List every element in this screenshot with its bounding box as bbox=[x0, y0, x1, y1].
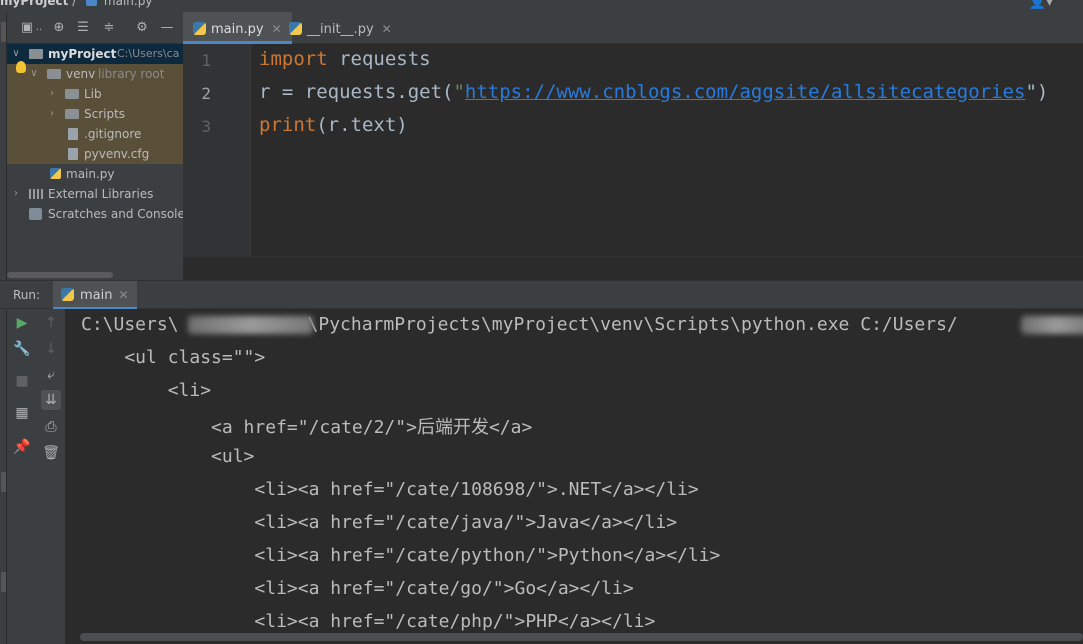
python-file-icon bbox=[193, 22, 206, 35]
tab-main-py[interactable]: main.py ✕ bbox=[183, 12, 292, 44]
code-line-2: r = requests.get("https://www.cnblogs.co… bbox=[259, 81, 1049, 103]
rerun-icon[interactable]: ▶ bbox=[12, 313, 32, 333]
collapse-all-icon[interactable]: ≑ bbox=[101, 20, 117, 36]
console-line: <li><a href="/cate/go/">Go</a></li> bbox=[81, 578, 634, 599]
file-icon bbox=[68, 128, 78, 140]
console-line: <a href="/cate/2/">后端开发</a> bbox=[81, 417, 533, 438]
line-number: 2 bbox=[201, 84, 211, 103]
structure-tool-window-button[interactable] bbox=[1, 472, 6, 492]
line-number: 3 bbox=[201, 117, 211, 136]
run-toolbar-primary: ▶ 🔧 ■ ▦ 📌 bbox=[7, 309, 37, 644]
chevron-right-icon[interactable]: › bbox=[11, 184, 21, 204]
console-line: <li><a href="/cate/php/">PHP</a></li> bbox=[81, 611, 656, 632]
breadcrumb-project[interactable]: myProject bbox=[0, 0, 68, 8]
tree-item-scratches[interactable]: Scratches and Consoles bbox=[7, 204, 183, 224]
pin-icon[interactable]: 📌 bbox=[12, 437, 32, 457]
layout-icon[interactable]: ▦ bbox=[12, 403, 32, 423]
chevron-right-icon[interactable]: › bbox=[47, 84, 57, 104]
project-toolbar: ▣ .. ⊕ ☰ ≑ ⚙ — bbox=[7, 12, 183, 44]
tree-item-myproject[interactable]: ∨ myProject C:\Users\ca bbox=[7, 44, 183, 64]
close-icon[interactable]: ✕ bbox=[118, 288, 128, 302]
hide-panel-icon[interactable]: — bbox=[159, 20, 175, 36]
run-toolbar-secondary: ↑ ↓ ⤶ ⇊ ⎙ 🗑 bbox=[37, 309, 66, 644]
line-number: 1 bbox=[201, 51, 211, 70]
tree-item-lib[interactable]: › Lib bbox=[7, 84, 183, 104]
close-icon[interactable]: ✕ bbox=[382, 22, 392, 36]
tree-item-gitignore[interactable]: .gitignore bbox=[7, 124, 183, 144]
console-line: <li> bbox=[81, 380, 212, 401]
console-line: <ul> bbox=[81, 446, 255, 467]
favorites-tool-window-button[interactable] bbox=[1, 572, 6, 592]
print-icon[interactable]: ⎙ bbox=[41, 417, 61, 437]
breadcrumb-file[interactable]: main.py bbox=[104, 0, 153, 8]
tree-item-pyvenv-cfg[interactable]: pyvenv.cfg bbox=[7, 144, 183, 164]
arrow-up-icon[interactable]: ↑ bbox=[41, 313, 61, 333]
redacted-username bbox=[1021, 316, 1083, 334]
chevron-right-icon[interactable]: › bbox=[47, 104, 57, 124]
python-file-icon bbox=[50, 168, 61, 179]
tree-item-scripts[interactable]: › Scripts bbox=[7, 104, 183, 124]
wrench-icon[interactable]: 🔧 bbox=[12, 339, 32, 359]
editor-gutter: 1 2 3 bbox=[183, 44, 251, 256]
project-view-icon[interactable]: ▣ bbox=[19, 20, 35, 36]
soft-wrap-icon[interactable]: ⤶ bbox=[41, 365, 61, 385]
left-tool-stripe bbox=[0, 12, 7, 644]
intention-bulb-icon[interactable] bbox=[16, 61, 26, 73]
gear-icon[interactable]: ⚙ bbox=[134, 20, 150, 36]
project-tree: ∨ myProject C:\Users\ca ∨ venv library r… bbox=[7, 44, 183, 280]
folder-icon bbox=[65, 109, 79, 119]
run-tool-window-header: Run: main ✕ bbox=[0, 280, 1083, 310]
editor-bottom-area bbox=[183, 256, 1083, 280]
stop-icon[interactable]: ■ bbox=[12, 371, 32, 391]
console-line: <ul class=""> bbox=[81, 347, 266, 368]
tree-item-venv[interactable]: ∨ venv library root bbox=[7, 64, 183, 84]
scratches-icon bbox=[29, 208, 42, 220]
locate-file-icon[interactable]: ⊕ bbox=[51, 20, 67, 36]
code-line-3: print(r.text) bbox=[259, 114, 408, 136]
tree-item-external-libraries[interactable]: › External Libraries bbox=[7, 184, 183, 204]
folder-icon bbox=[29, 49, 43, 59]
console-line: <li><a href="/cate/java/">Java</a></li> bbox=[81, 512, 678, 533]
editor-tabs: main.py ✕ __init__.py ✕ bbox=[183, 12, 1083, 44]
tab-init-py[interactable]: __init__.py ✕ bbox=[279, 12, 402, 44]
tree-item-main-py[interactable]: main.py bbox=[7, 164, 183, 184]
project-view-dropdown[interactable]: .. bbox=[35, 20, 43, 36]
run-label: Run: bbox=[13, 288, 41, 302]
url-link[interactable]: https://www.cnblogs.com/aggsite/allsitec… bbox=[465, 81, 1026, 103]
breadcrumb: myProject / main.py bbox=[0, 0, 152, 8]
console-line: <li><a href="/cate/python/">Python</a></… bbox=[81, 545, 721, 566]
project-tree-scrollbar[interactable] bbox=[7, 272, 113, 278]
folder-icon bbox=[65, 89, 79, 99]
console-horizontal-scrollbar[interactable] bbox=[80, 633, 1083, 641]
run-tab-main[interactable]: main ✕ bbox=[53, 281, 137, 310]
python-file-icon bbox=[289, 22, 302, 35]
config-file-icon bbox=[68, 148, 78, 160]
chevron-down-icon[interactable]: ∨ bbox=[29, 64, 39, 84]
run-console[interactable]: C:\Users\ \PycharmProjects\myProject\venv… bbox=[66, 309, 1083, 644]
code-line-1: import requests bbox=[259, 48, 431, 70]
expand-all-icon[interactable]: ☰ bbox=[75, 20, 91, 36]
scroll-to-end-icon[interactable]: ⇊ bbox=[41, 390, 61, 410]
project-tool-window-button[interactable] bbox=[1, 22, 6, 42]
python-file-icon bbox=[86, 0, 98, 6]
console-line: <li><a href="/cate/108698/">.NET</a></li… bbox=[81, 479, 699, 500]
python-icon bbox=[61, 288, 74, 301]
title-bar: myProject / main.py 👤▾ bbox=[0, 0, 1083, 12]
folder-icon bbox=[47, 69, 61, 79]
arrow-down-icon[interactable]: ↓ bbox=[41, 339, 61, 359]
code-editor[interactable]: import requests r = requests.get("https:… bbox=[251, 44, 1083, 256]
user-icon[interactable]: 👤▾ bbox=[1029, 0, 1053, 10]
redacted-username bbox=[188, 316, 313, 334]
library-icon bbox=[29, 189, 43, 199]
trash-icon[interactable]: 🗑 bbox=[41, 443, 61, 463]
